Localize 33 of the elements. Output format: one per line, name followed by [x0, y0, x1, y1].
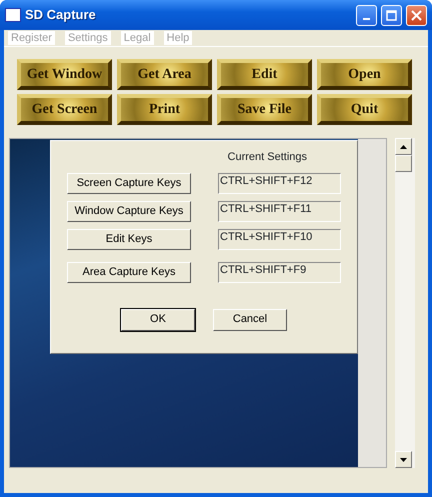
- toolbar-button[interactable]: Edit: [217, 59, 312, 90]
- maximize-button[interactable]: [381, 4, 402, 26]
- toolbar-button[interactable]: Quit: [317, 94, 412, 125]
- toolbar-button[interactable]: Get Window: [17, 59, 112, 90]
- key-setting-button[interactable]: Edit Keys: [67, 228, 191, 250]
- toolbar-button[interactable]: Open: [317, 59, 412, 90]
- key-value-field: CTRL+SHIFT+F11: [218, 200, 341, 222]
- minimize-button[interactable]: [356, 4, 377, 26]
- toolbar-button[interactable]: Print: [117, 94, 212, 125]
- key-setting-button[interactable]: Area Capture Keys: [67, 262, 191, 282]
- down-arrow-icon: [400, 458, 407, 462]
- scroll-down-button[interactable]: [395, 451, 412, 468]
- toolbar-button[interactable]: Get Screen: [17, 94, 112, 125]
- dialog-button[interactable]: Cancel: [213, 308, 287, 330]
- close-icon: [411, 10, 422, 20]
- scroll-thumb[interactable]: [395, 155, 412, 172]
- maximize-icon: [386, 10, 397, 20]
- app-icon: [5, 8, 21, 22]
- minimize-icon: [363, 18, 370, 20]
- key-setting-button[interactable]: Window Capture Keys: [67, 200, 191, 222]
- window-title: SD Capture: [25, 6, 97, 24]
- toolbar-button[interactable]: Get Area: [117, 59, 212, 90]
- key-value-field: CTRL+SHIFT+F12: [218, 172, 341, 194]
- scrollbar[interactable]: [395, 138, 415, 468]
- toolbar-button[interactable]: Save File: [217, 94, 312, 125]
- up-arrow-icon: [400, 144, 407, 148]
- scroll-up-button[interactable]: [395, 138, 412, 155]
- key-value-field: CTRL+SHIFT+F10: [218, 228, 341, 250]
- dialog-button[interactable]: OK: [121, 308, 195, 330]
- key-value-field: CTRL+SHIFT+F9: [218, 262, 341, 282]
- dialog-heading: Current Settings: [226, 150, 307, 165]
- close-button[interactable]: [406, 4, 427, 26]
- key-setting-button[interactable]: Screen Capture Keys: [67, 172, 191, 194]
